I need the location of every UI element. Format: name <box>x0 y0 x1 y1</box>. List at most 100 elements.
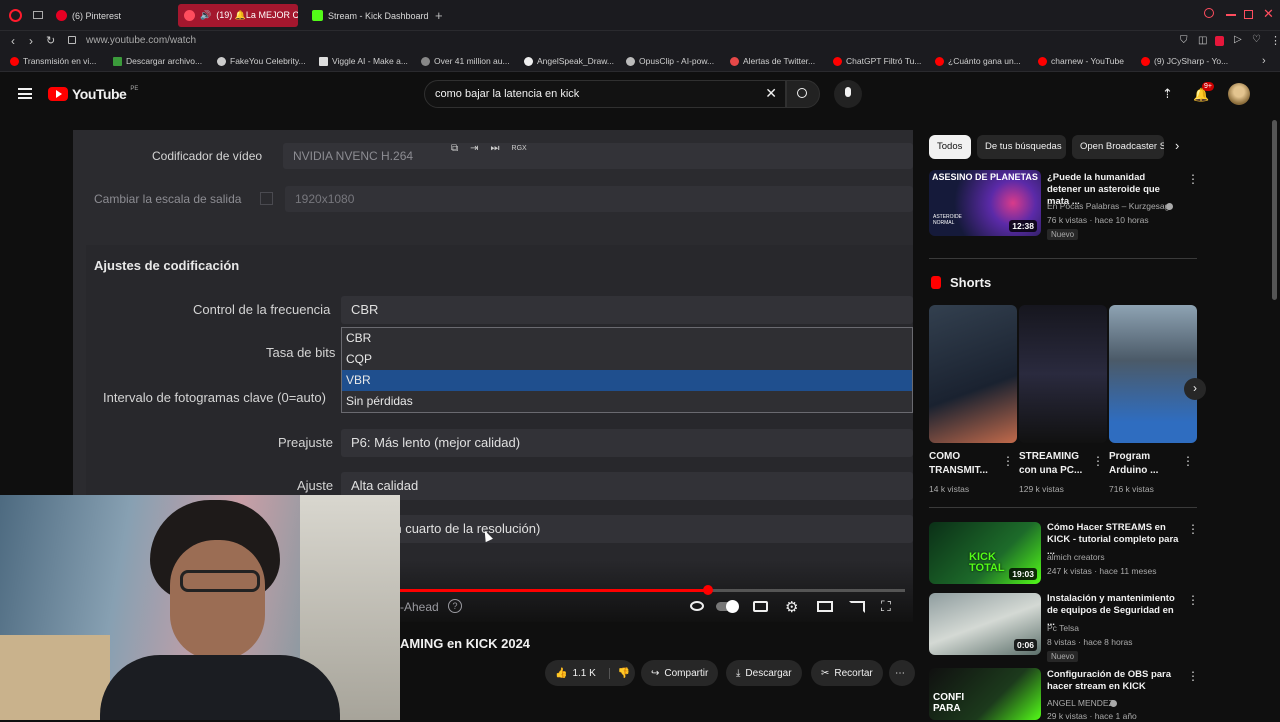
clear-search-icon[interactable]: ✕ <box>765 85 777 102</box>
avatar[interactable] <box>1228 83 1250 105</box>
option-lossless[interactable]: Sin pérdidas <box>342 391 912 412</box>
bookmark-icon[interactable]: ⛉ <box>1180 35 1188 46</box>
multipass-select[interactable]: adas (un cuarto de la resolución) <box>341 515 913 543</box>
pip-icon[interactable]: ⧉ <box>451 143 458 154</box>
voice-search-button[interactable] <box>834 80 862 108</box>
minimize-icon[interactable] <box>1226 14 1236 16</box>
tab-pinterest[interactable]: (6) Pinterest <box>50 4 170 27</box>
option-vbr[interactable]: VBR <box>342 370 912 391</box>
short-title[interactable]: STREAMING con una PC... <box>1019 450 1099 478</box>
search-tabs-icon[interactable] <box>1204 8 1214 18</box>
more-bookmarks-icon[interactable]: › <box>1262 55 1266 67</box>
bookmark-item[interactable]: Descargar archivo... <box>113 56 202 66</box>
back-icon[interactable]: ‹ <box>11 34 15 48</box>
cast-icon[interactable] <box>849 601 865 613</box>
video-thumbnail[interactable]: CONFI PARA <box>929 668 1041 720</box>
bookmark-item[interactable]: AngelSpeak_Draw... <box>524 56 614 66</box>
bookmark-item[interactable]: Alertas de Twitter... <box>730 56 815 66</box>
fullscreen-icon[interactable]: ⛶ <box>881 598 891 615</box>
chip-from-searches[interactable]: De tus búsquedas <box>977 135 1066 159</box>
more-options-icon[interactable]: ⋮ <box>1092 454 1104 468</box>
chip-all[interactable]: Todos <box>929 135 971 159</box>
preset-select[interactable]: P6: Más lento (mejor calidad) <box>341 429 913 457</box>
skip-icon[interactable]: ⏭ <box>491 143 500 154</box>
bookmark-item[interactable]: (9) JCySharp - Yo... <box>1141 56 1228 66</box>
url-field[interactable]: www.youtube.com/watch <box>86 35 196 46</box>
bookmark-item[interactable]: Over 41 million au... <box>421 56 510 66</box>
like-button[interactable]: 👍 1.1 K 👎 <box>545 660 635 686</box>
option-cqp[interactable]: CQP <box>342 349 912 370</box>
youtube-logo[interactable]: YouTube PE <box>48 86 138 102</box>
rate-control-dropdown[interactable]: CBR CQP VBR Sin pérdidas <box>341 327 913 413</box>
speaker-icon[interactable]: 🔊 <box>200 10 211 21</box>
maximize-icon[interactable] <box>1244 10 1253 19</box>
bookmark-item[interactable]: Viggle AI - Make a... <box>319 56 408 66</box>
camera-icon[interactable]: ◫ <box>1198 35 1207 46</box>
dislike-icon[interactable]: 👎 <box>608 667 630 679</box>
bookmark-item[interactable]: charnew - YouTube <box>1038 56 1124 66</box>
search-button[interactable] <box>786 80 820 108</box>
mail-icon[interactable] <box>33 11 43 19</box>
tab-youtube[interactable]: 🔊 (19) 🔔La MEJOR CO <box>178 4 298 27</box>
close-window-icon[interactable]: ✕ <box>1263 6 1274 22</box>
tab-kick-dashboard[interactable]: Stream - Kick Dashboard <box>306 4 431 27</box>
more-actions-button[interactable]: ⋯ <box>889 660 915 686</box>
short-title[interactable]: Program Arduino ... <box>1109 450 1189 478</box>
exit-icon[interactable]: ⇥ <box>470 143 478 154</box>
short-thumbnail[interactable] <box>929 305 1017 443</box>
forward-icon[interactable]: › <box>29 34 33 48</box>
play-icon[interactable]: ▷ <box>1234 34 1242 45</box>
ambient-icon[interactable] <box>690 601 704 611</box>
download-button[interactable]: ⤓ Descargar <box>726 660 802 686</box>
bookmark-item[interactable]: Transmisión en vi... <box>10 56 96 66</box>
bookmark-item[interactable]: ¿Cuánto gana un... <box>935 56 1021 66</box>
video-thumbnail[interactable]: 0:06 <box>929 593 1041 655</box>
more-options-icon[interactable]: ⋮ <box>1187 522 1199 536</box>
bookmark-item[interactable]: OpusClip - AI-pow... <box>626 56 714 66</box>
new-badge: Nuevo <box>1047 651 1079 662</box>
webcam-glasses <box>180 570 260 592</box>
share-button[interactable]: ↪ Compartir <box>641 660 719 686</box>
channel-name[interactable]: ANGEL MENDEZ <box>1047 698 1114 709</box>
tune-select[interactable]: Alta calidad <box>341 472 913 500</box>
video-thumbnail[interactable]: ASESINO DE PLANETAS ASTEROIDE NORMAL 12:… <box>929 170 1041 236</box>
vpn-icon[interactable] <box>1215 36 1224 46</box>
upload-icon[interactable]: ⇡ <box>1162 86 1173 102</box>
option-cbr[interactable]: CBR <box>342 328 912 349</box>
rate-control-select[interactable]: CBR <box>341 296 913 324</box>
tab-label: (19) 🔔La MEJOR CO <box>216 10 298 20</box>
menu-icon[interactable] <box>18 88 32 99</box>
channel-name[interactable]: Pc Telsa <box>1047 623 1079 634</box>
notifications-button[interactable]: 🔔 9+ <box>1193 82 1214 102</box>
sidebar-toggle-icon[interactable]: ⋮ <box>1270 34 1280 47</box>
more-options-icon[interactable]: ⋮ <box>1187 593 1199 607</box>
shorts-next-button[interactable]: › <box>1184 378 1206 400</box>
autoplay-toggle[interactable] <box>716 600 739 613</box>
page-scrollbar[interactable] <box>1272 120 1277 300</box>
channel-name[interactable]: En Pocas Palabras – Kurzgesagt <box>1047 201 1172 212</box>
reload-icon[interactable]: ↻ <box>46 34 55 47</box>
rescale-checkbox[interactable] <box>260 192 273 205</box>
more-options-icon[interactable]: ⋮ <box>1187 669 1199 683</box>
more-options-icon[interactable]: ⋮ <box>1002 454 1014 468</box>
more-options-icon[interactable]: ⋮ <box>1187 172 1199 186</box>
settings-gear-icon[interactable]: ⚙ <box>785 598 798 616</box>
theater-mode-icon[interactable] <box>817 601 833 612</box>
new-tab-icon[interactable]: + <box>435 8 443 23</box>
more-options-icon[interactable]: ⋮ <box>1182 454 1194 468</box>
subtitles-icon[interactable] <box>753 601 768 612</box>
short-title[interactable]: COMO TRANSMIT... <box>929 450 1009 478</box>
search-input[interactable]: como bajar la latencia en kick ✕ <box>424 80 786 108</box>
video-title[interactable]: Configuración de OBS para hacer stream e… <box>1047 669 1183 693</box>
channel-name[interactable]: almich creators <box>1047 552 1105 563</box>
heart-icon[interactable]: ♡ <box>1252 34 1261 45</box>
chip-obs[interactable]: Open Broadcaster S <box>1072 135 1164 159</box>
chips-next-icon[interactable]: › <box>1175 138 1179 153</box>
opera-icon[interactable] <box>9 9 22 22</box>
short-thumbnail[interactable] <box>1109 305 1197 443</box>
clip-button[interactable]: ✂ Recortar <box>811 660 883 686</box>
video-thumbnail[interactable]: KICK TOTAL 19:03 <box>929 522 1041 584</box>
short-thumbnail[interactable] <box>1019 305 1107 443</box>
bookmark-item[interactable]: ChatGPT Filtró Tu... <box>833 56 921 66</box>
bookmark-item[interactable]: FakeYou Celebrity... <box>217 56 306 66</box>
